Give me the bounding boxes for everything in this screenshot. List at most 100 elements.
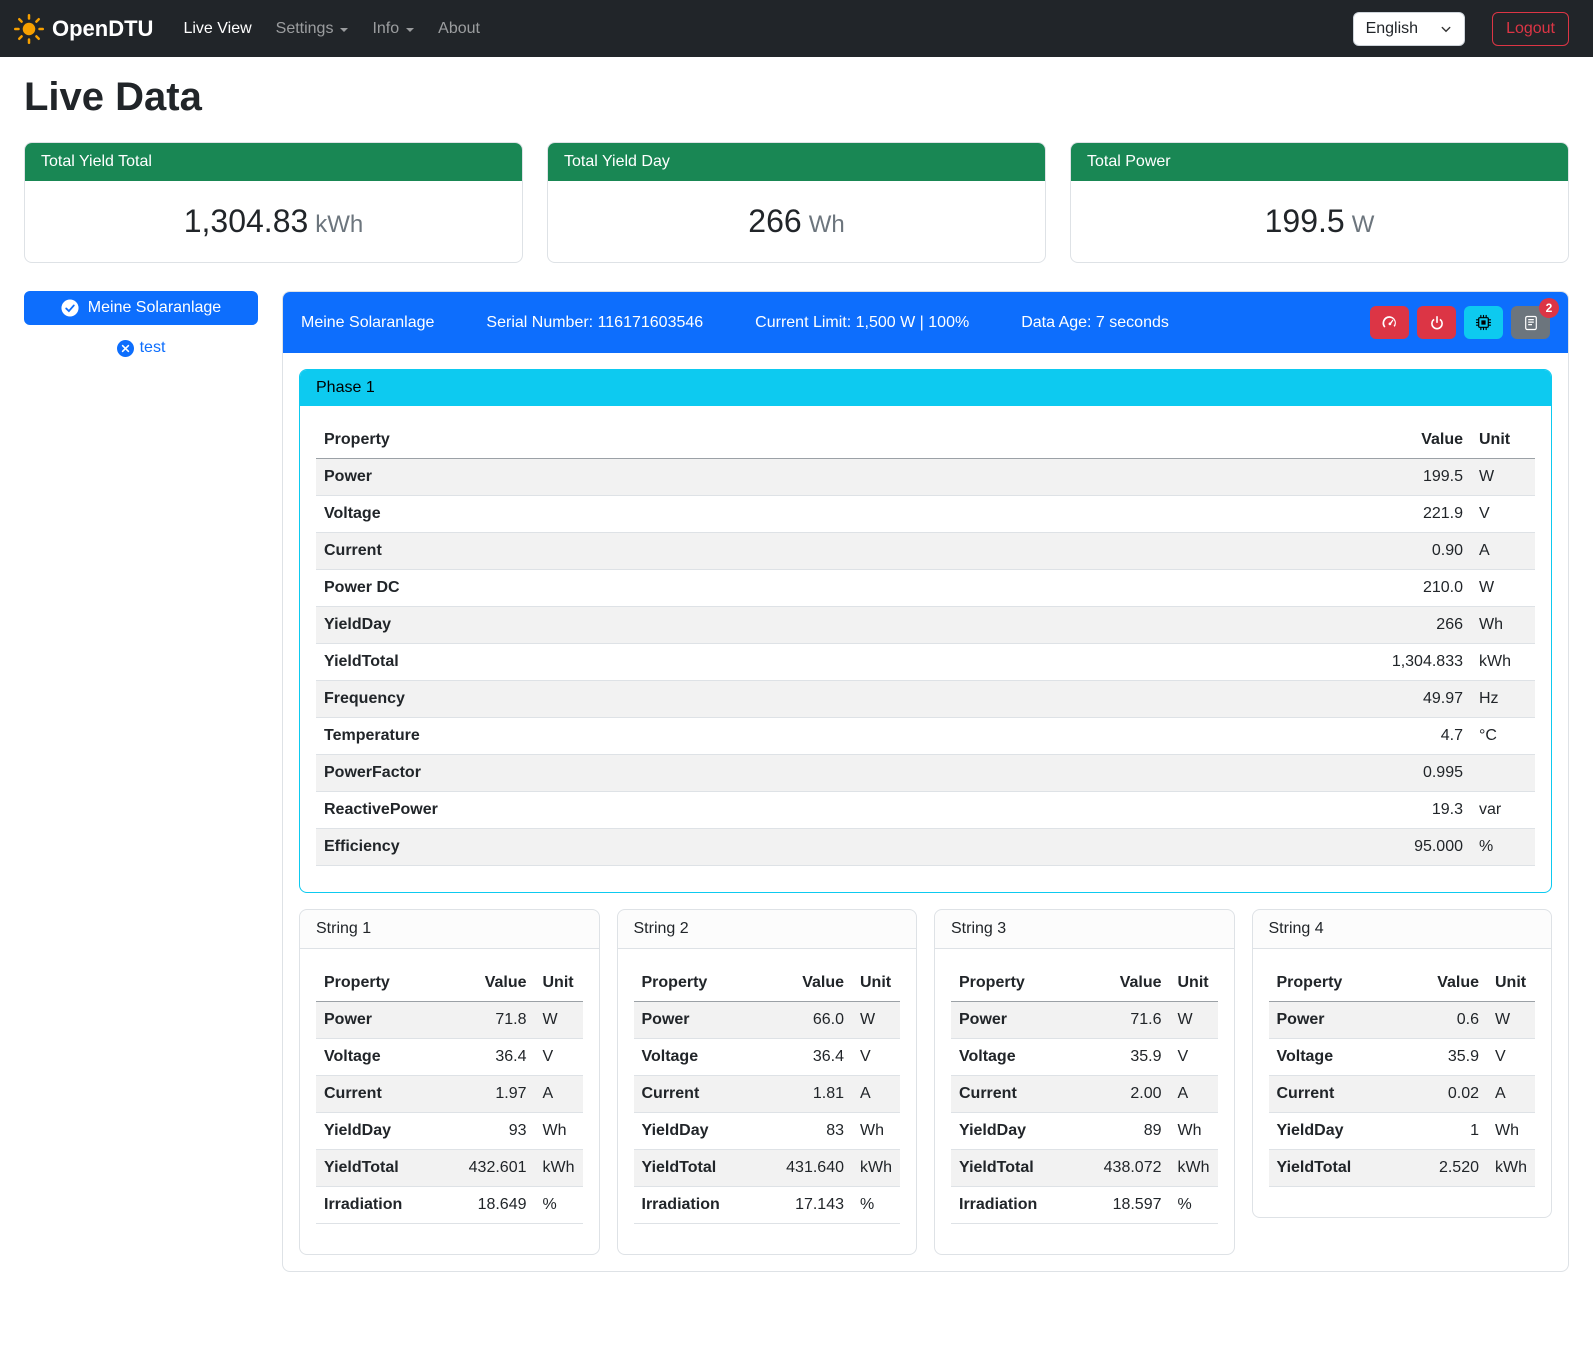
total-yield-day-card: Total Yield Day 266Wh <box>547 142 1046 263</box>
cpu-icon <box>1475 314 1492 331</box>
property-name: YieldTotal <box>1269 1150 1414 1187</box>
brand-link[interactable]: OpenDTU <box>14 14 153 44</box>
property-name: Temperature <box>316 718 1351 755</box>
table-row: YieldDay 266 Wh <box>316 607 1535 644</box>
column-header-unit: Unit <box>852 965 900 1002</box>
property-value: 2.520 <box>1413 1150 1487 1187</box>
property-value: 93 <box>461 1113 535 1150</box>
event-count-badge: 2 <box>1539 298 1559 318</box>
property-value: 266 <box>1351 607 1471 644</box>
property-name: Voltage <box>316 1039 461 1076</box>
property-unit: A <box>1487 1076 1535 1113</box>
column-header-unit: Unit <box>535 965 583 1002</box>
property-value: 432.601 <box>461 1150 535 1187</box>
chevron-down-icon <box>406 28 414 32</box>
chevron-down-icon <box>340 28 348 32</box>
property-value: 0.90 <box>1351 533 1471 570</box>
property-name: Current <box>951 1076 1096 1113</box>
inverter-data-age: Data Age: 7 seconds <box>1021 314 1169 332</box>
table-row: YieldTotal 432.601 kWh <box>316 1150 583 1187</box>
table-row: Voltage 221.9 V <box>316 496 1535 533</box>
column-header-unit: Unit <box>1170 965 1218 1002</box>
string-1-card: String 1 Property Value Unit <box>299 909 600 1255</box>
property-name: PowerFactor <box>316 755 1351 792</box>
inverter-card: Meine Solaranlage Serial Number: 1161716… <box>282 291 1569 1272</box>
nav-item-settings[interactable]: Settings <box>264 12 361 46</box>
property-value: 36.4 <box>461 1039 535 1076</box>
property-value: 95.000 <box>1351 829 1471 866</box>
language-select[interactable]: English <box>1353 12 1465 46</box>
table-row: YieldDay 93 Wh <box>316 1113 583 1150</box>
property-value: 431.640 <box>778 1150 852 1187</box>
table-row: Irradiation 18.597 % <box>951 1187 1218 1224</box>
string-card-title: String 1 <box>300 910 599 949</box>
property-unit: % <box>1170 1187 1218 1224</box>
table-row: Temperature 4.7 °C <box>316 718 1535 755</box>
property-unit <box>1471 755 1535 792</box>
string-card-title: String 3 <box>935 910 1234 949</box>
property-value: 221.9 <box>1351 496 1471 533</box>
column-header-unit: Unit <box>1487 965 1535 1002</box>
language-value: English <box>1366 20 1418 38</box>
table-row: Power DC 210.0 W <box>316 570 1535 607</box>
property-value: 199.5 <box>1351 459 1471 496</box>
property-unit: kWh <box>535 1150 583 1187</box>
strings-row: String 1 Property Value Unit <box>299 909 1552 1255</box>
property-value: 19.3 <box>1351 792 1471 829</box>
gauge-icon <box>1381 314 1398 331</box>
limit-settings-button[interactable] <box>1370 306 1409 339</box>
property-unit: W <box>1471 570 1535 607</box>
property-name: ReactivePower <box>316 792 1351 829</box>
property-unit: V <box>1170 1039 1218 1076</box>
sun-icon <box>14 14 44 44</box>
property-name: Irradiation <box>951 1187 1096 1224</box>
property-unit: A <box>535 1076 583 1113</box>
inverter-item-test[interactable]: test <box>24 339 258 357</box>
inverter-select-label: Meine Solaranlage <box>88 299 221 317</box>
journal-icon <box>1523 315 1539 331</box>
card-unit: kWh <box>315 211 363 238</box>
nav-item-label: Info <box>372 20 399 38</box>
property-unit: V <box>1471 496 1535 533</box>
property-name: Voltage <box>951 1039 1096 1076</box>
property-unit: Wh <box>1170 1113 1218 1150</box>
inverter-select-button[interactable]: Meine Solaranlage <box>24 291 258 325</box>
property-value: 2.00 <box>1096 1076 1170 1113</box>
card-value: 1,304.83 <box>184 203 309 239</box>
property-unit: V <box>535 1039 583 1076</box>
event-log-button[interactable]: 2 <box>1511 306 1550 339</box>
property-value: 1.81 <box>778 1076 852 1113</box>
column-header-property: Property <box>1269 965 1414 1002</box>
property-value: 0.6 <box>1413 1002 1487 1039</box>
property-name: Power <box>316 459 1351 496</box>
property-unit: V <box>852 1039 900 1076</box>
property-name: YieldTotal <box>316 644 1351 681</box>
phase-card: Phase 1 Property Value Unit <box>299 369 1552 893</box>
summary-cards-row: Total Yield Total 1,304.83kWh Total Yiel… <box>24 142 1569 263</box>
nav-item-about[interactable]: About <box>426 12 492 46</box>
property-unit: % <box>535 1187 583 1224</box>
property-unit: kWh <box>1471 644 1535 681</box>
property-name: YieldTotal <box>634 1150 779 1187</box>
card-value: 266 <box>748 203 801 239</box>
chevron-down-icon <box>1440 23 1452 35</box>
property-unit: kWh <box>852 1150 900 1187</box>
check-circle-icon <box>61 299 79 317</box>
property-value: 210.0 <box>1351 570 1471 607</box>
property-name: Voltage <box>634 1039 779 1076</box>
property-value: 0.995 <box>1351 755 1471 792</box>
column-header-value: Value <box>1413 965 1487 1002</box>
property-name: YieldDay <box>316 1113 461 1150</box>
logout-button[interactable]: Logout <box>1492 12 1569 46</box>
nav-item-info[interactable]: Info <box>360 12 426 46</box>
property-name: YieldDay <box>316 607 1351 644</box>
nav-item-live-view[interactable]: Live View <box>171 12 263 46</box>
property-unit: var <box>1471 792 1535 829</box>
power-icon <box>1429 315 1445 331</box>
property-name: Efficiency <box>316 829 1351 866</box>
column-header-value: Value <box>1351 422 1471 459</box>
table-row: YieldDay 1 Wh <box>1269 1113 1536 1150</box>
device-info-button[interactable] <box>1464 306 1503 339</box>
brand-label: OpenDTU <box>52 16 153 42</box>
power-button[interactable] <box>1417 306 1456 339</box>
